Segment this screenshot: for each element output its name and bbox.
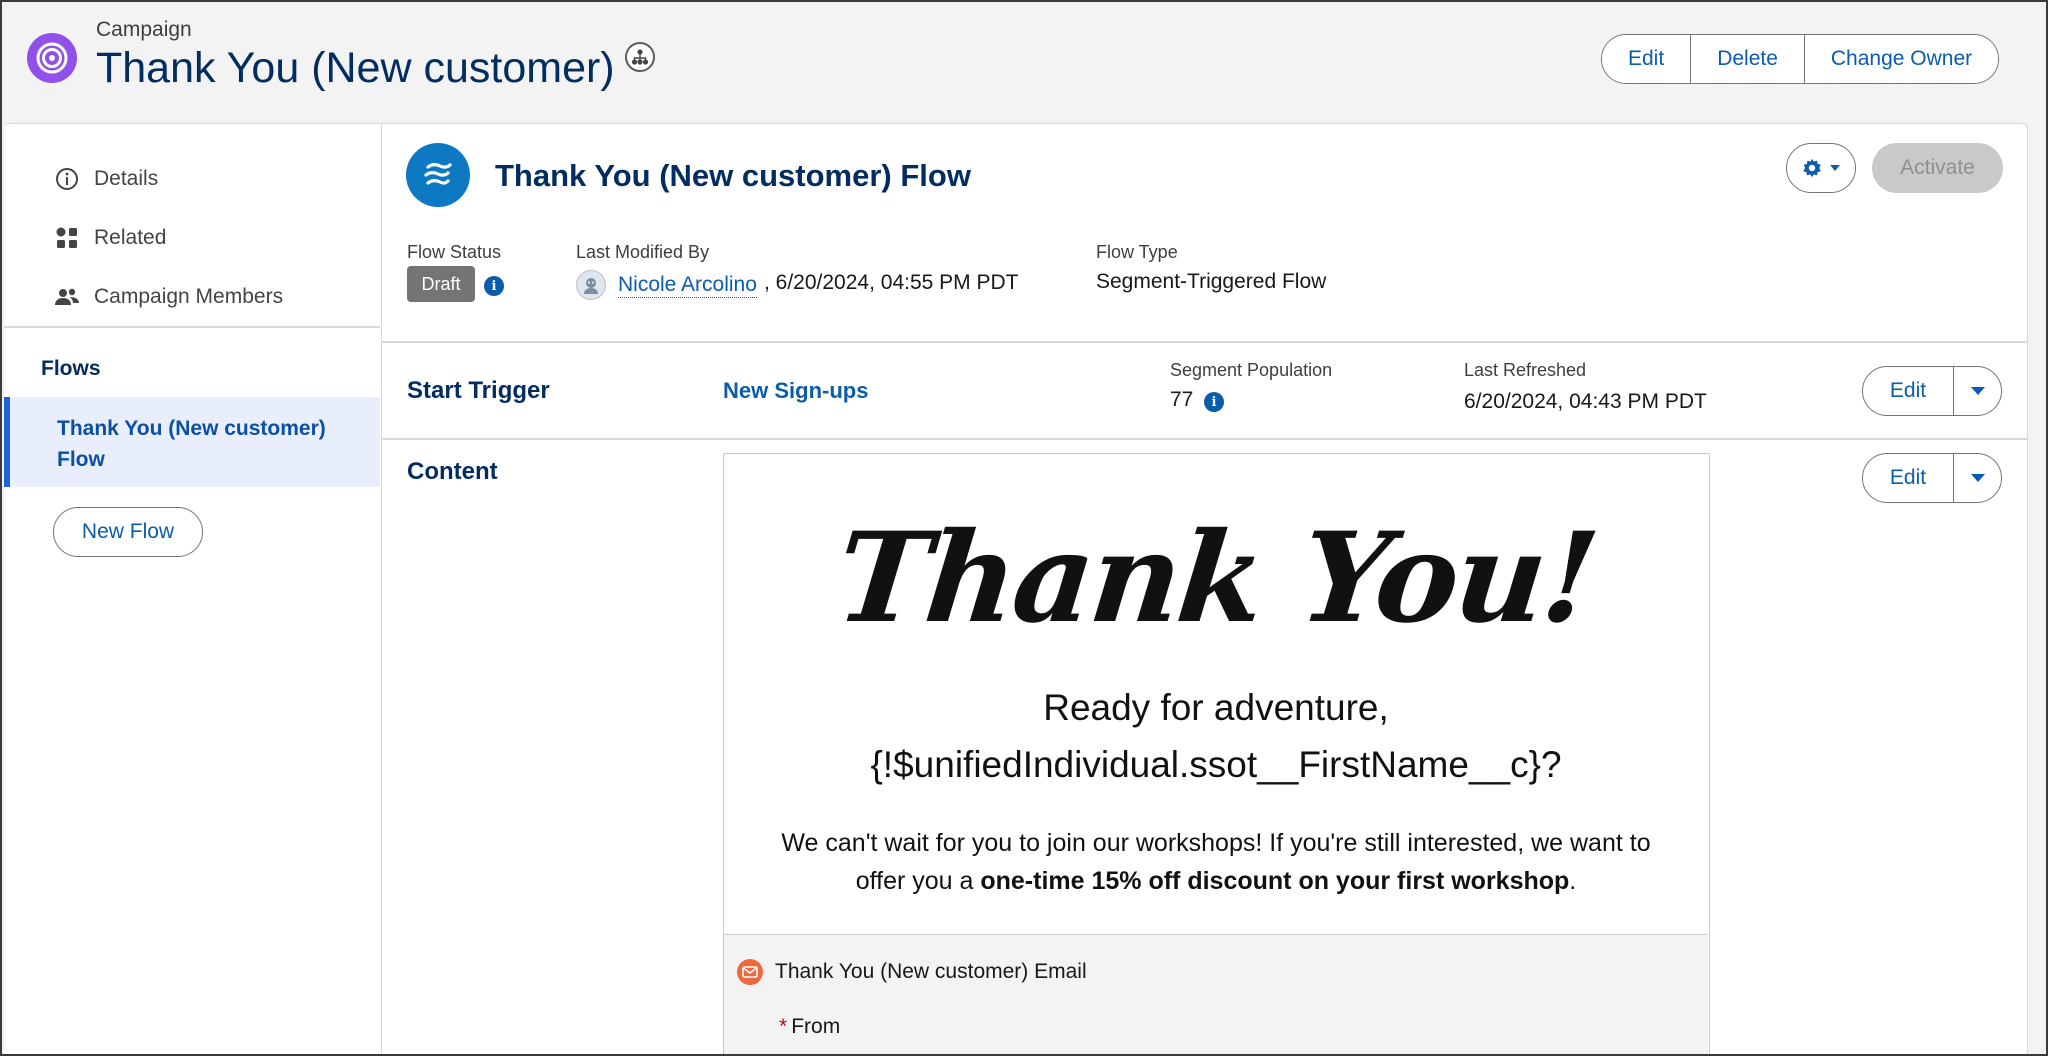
preview-greeting-line-1: Ready for adventure,	[1043, 687, 1389, 728]
sidebar-item-related[interactable]: Related	[54, 225, 166, 251]
new-flow-button[interactable]: New Flow	[53, 507, 203, 557]
chevron-down-icon	[1970, 387, 1985, 395]
sidebar-item-label: Details	[94, 167, 159, 190]
chevron-down-icon	[1970, 474, 1985, 482]
sidebar-item-details[interactable]: Details	[54, 166, 158, 192]
edit-button[interactable]: Edit	[1602, 35, 1691, 83]
avatar	[576, 270, 606, 300]
active-flow-label: Thank You (New customer) Flow	[57, 417, 326, 471]
preview-body: We can't wait for you to join our worksh…	[764, 824, 1668, 900]
trigger-edit-split-button: Edit	[1862, 366, 2002, 416]
segment-population-value: 77	[1170, 388, 1194, 411]
chevron-down-icon	[1830, 165, 1840, 171]
email-preview: Thank You! Ready for adventure, {!$unifi…	[723, 453, 1710, 1056]
preview-headline: Thank You!	[829, 506, 1603, 651]
divider	[382, 341, 2028, 343]
start-trigger-label: Start Trigger	[407, 377, 550, 404]
modified-by-user-link[interactable]: Nicole Arcolino	[618, 273, 757, 298]
content-edit-split-button: Edit	[1862, 453, 2002, 503]
flow-panel: Thank You (New customer) Flow Activate F…	[382, 123, 2028, 1056]
activate-button[interactable]: Activate	[1872, 143, 2003, 193]
preview-body-end: .	[1569, 867, 1577, 895]
preview-greeting-line-2: {!$unifiedIndividual.ssot__FirstName__c}…	[870, 744, 1562, 785]
modified-date: , 6/20/2024, 04:55 PM PDT	[764, 271, 1019, 294]
status-info-icon[interactable]: i	[484, 276, 504, 296]
hierarchy-icon[interactable]	[625, 42, 655, 72]
flow-type-label: Flow Type	[1096, 242, 1178, 262]
sidebar-item-active-flow[interactable]: Thank You (New customer) Flow	[4, 397, 380, 487]
status-badge: Draft	[407, 266, 475, 302]
record-actions: Edit Delete Change Owner	[1601, 34, 2000, 84]
delete-button[interactable]: Delete	[1690, 35, 1804, 83]
gear-icon	[1803, 158, 1821, 178]
email-icon	[737, 959, 763, 985]
change-owner-button[interactable]: Change Owner	[1803, 35, 1999, 83]
last-refreshed-value: 6/20/2024, 04:43 PM PDT	[1464, 390, 1707, 413]
object-type-label: Campaign	[96, 18, 192, 41]
preview-greeting: Ready for adventure, {!$unifiedIndividua…	[724, 679, 1708, 793]
required-mark: *	[779, 1015, 788, 1038]
email-name: Thank You (New customer) Email	[775, 960, 1087, 983]
population-info-icon[interactable]: i	[1204, 392, 1224, 412]
page-title: Thank You (New customer)	[96, 44, 615, 92]
flow-status-label: Flow Status	[407, 242, 502, 262]
content-label: Content	[407, 458, 498, 485]
flows-heading: Flows	[41, 357, 101, 380]
trigger-edit-button[interactable]: Edit	[1863, 367, 1953, 415]
content-edit-button[interactable]: Edit	[1863, 454, 1953, 502]
last-refreshed-label: Last Refreshed	[1464, 360, 1587, 380]
campaign-icon	[27, 33, 77, 83]
people-icon	[54, 284, 80, 310]
content-menu-button[interactable]	[1953, 454, 2001, 502]
sidebar: Details Related Campaign Members Flows T…	[4, 123, 382, 1056]
info-icon	[54, 166, 80, 192]
sidebar-item-label: Related	[94, 226, 167, 249]
segment-link[interactable]: New Sign-ups	[723, 378, 868, 404]
divider	[382, 438, 2028, 440]
sidebar-item-label: Campaign Members	[94, 285, 284, 308]
related-icon	[54, 225, 80, 251]
last-modified-label: Last Modified By	[576, 242, 710, 262]
email-details: Thank You (New customer) Email * From	[724, 934, 1708, 1056]
preview-body-bold: one-time 15% off discount on your first …	[980, 867, 1570, 895]
flow-title: Thank You (New customer) Flow	[495, 158, 971, 193]
settings-menu-button[interactable]	[1786, 143, 1856, 193]
sidebar-divider	[4, 326, 380, 328]
flow-icon	[406, 143, 470, 207]
flow-type-value: Segment-Triggered Flow	[1096, 270, 1327, 293]
trigger-menu-button[interactable]	[1953, 367, 2001, 415]
sidebar-item-campaign-members[interactable]: Campaign Members	[54, 284, 283, 310]
from-label-text: From	[791, 1015, 841, 1038]
from-label: * From	[779, 1015, 840, 1039]
segment-population-label: Segment Population	[1170, 360, 1333, 380]
